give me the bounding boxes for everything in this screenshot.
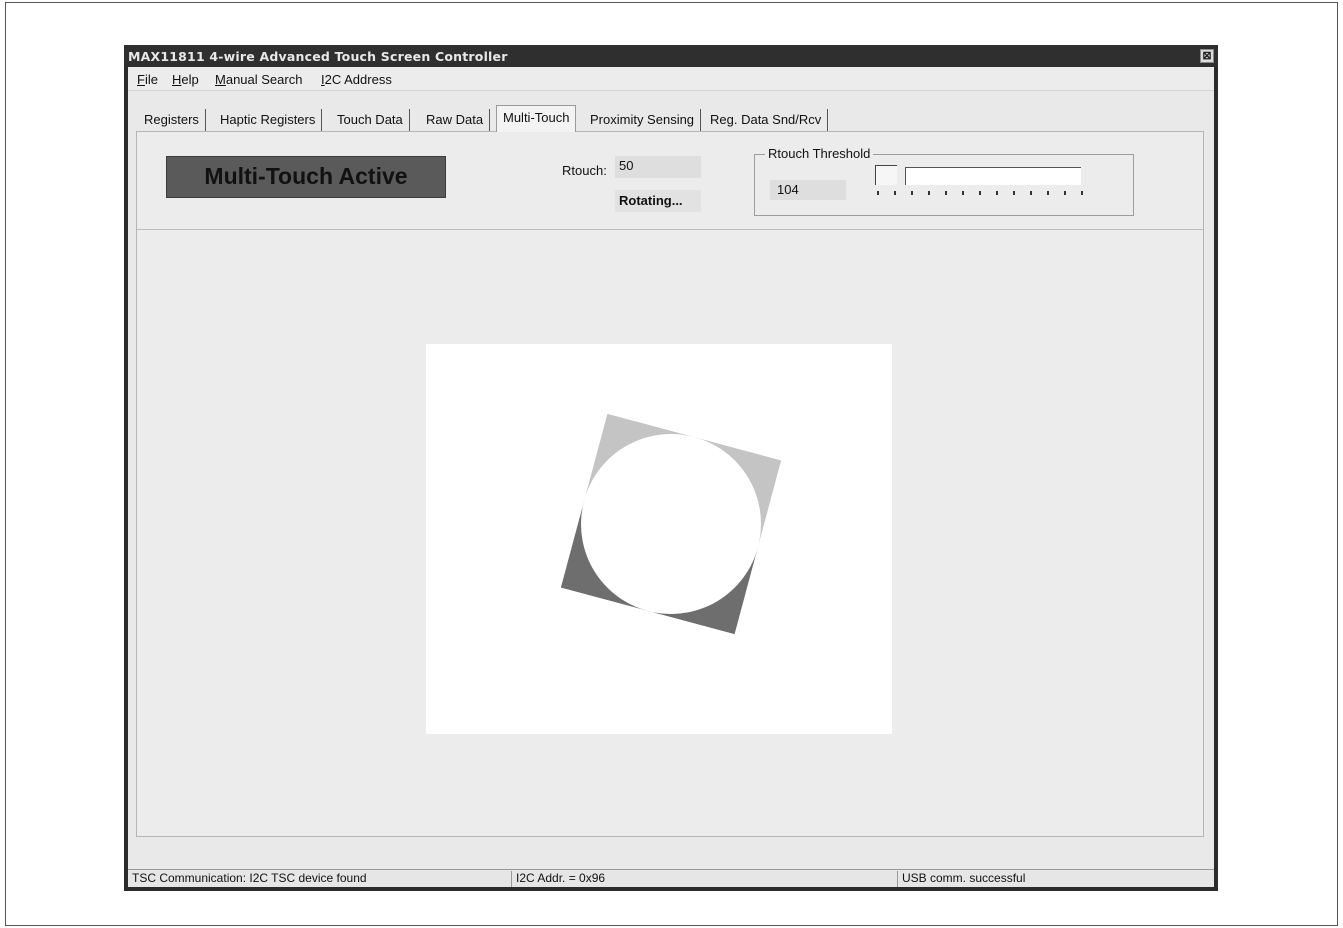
tab-strip: Registers Haptic Registers Touch Data Ra… [128,105,1214,133]
slider-ticks [877,191,1083,197]
rtouch-threshold-value: 104 [770,180,846,200]
slider-tick [1064,191,1066,195]
multi-touch-canvas[interactable] [426,344,892,734]
slider-tick [996,191,998,195]
window-title: MAX11811 4-wire Advanced Touch Screen Co… [128,49,508,64]
slider-tick [928,191,930,195]
tab-touch-data[interactable]: Touch Data [331,109,410,131]
tab-haptic-registers[interactable]: Haptic Registers [214,109,323,131]
menu-bar: File Help Manual Search I2C Address [128,67,1214,91]
status-section: Multi-Touch Active Rtouch: 50 Rotating..… [137,132,1203,230]
gesture-status: Rotating... [615,190,701,212]
slider-track[interactable] [905,167,1081,185]
touch-circle [581,434,761,614]
tab-registers[interactable]: Registers [138,109,206,131]
tab-reg-data-snd-rcv[interactable]: Reg. Data Snd/Rcv [704,109,829,131]
status-bar: TSC Communication: I2C TSC device found … [128,869,1214,887]
tab-raw-data[interactable]: Raw Data [420,109,491,131]
slider-tick [945,191,947,195]
menu-file[interactable]: File [137,72,158,87]
multi-touch-panel: Multi-Touch Active Rtouch: 50 Rotating..… [136,131,1204,837]
slider-tick [1047,191,1049,195]
slider-tick [1030,191,1032,195]
slider-tick [877,191,879,195]
slider-tick [962,191,964,195]
rtouch-label: Rtouch: [562,163,607,178]
slider-thumb[interactable] [875,165,897,185]
tab-proximity-sensing[interactable]: Proximity Sensing [584,109,702,131]
rotation-graphic [560,413,782,635]
rtouch-threshold-group: Rtouch Threshold 104 [754,146,1134,216]
tab-multi-touch[interactable]: Multi-Touch [496,105,577,132]
status-tsc-communication: TSC Communication: I2C TSC device found [128,871,512,887]
slider-tick [894,191,896,195]
menu-manual-search[interactable]: Manual Search [215,72,302,87]
client-area: File Help Manual Search I2C Address Regi… [128,67,1214,887]
menu-i2c-address[interactable]: I2C Address [321,72,392,87]
slider-tick [979,191,981,195]
status-i2c-address: I2C Addr. = 0x96 [512,871,898,887]
app-window: MAX11811 4-wire Advanced Touch Screen Co… [124,45,1218,891]
rtouch-threshold-label: Rtouch Threshold [765,146,874,161]
title-bar[interactable]: MAX11811 4-wire Advanced Touch Screen Co… [124,45,1218,67]
rtouch-threshold-slider[interactable] [875,165,1087,205]
slider-tick [1013,191,1015,195]
status-usb: USB comm. successful [902,871,1026,885]
multi-touch-status-banner: Multi-Touch Active [166,156,446,198]
close-button[interactable]: ⊠ [1200,49,1214,63]
rtouch-value: 50 [615,156,701,178]
slider-tick [1081,191,1083,195]
menu-help[interactable]: Help [172,72,199,87]
slider-tick [911,191,913,195]
